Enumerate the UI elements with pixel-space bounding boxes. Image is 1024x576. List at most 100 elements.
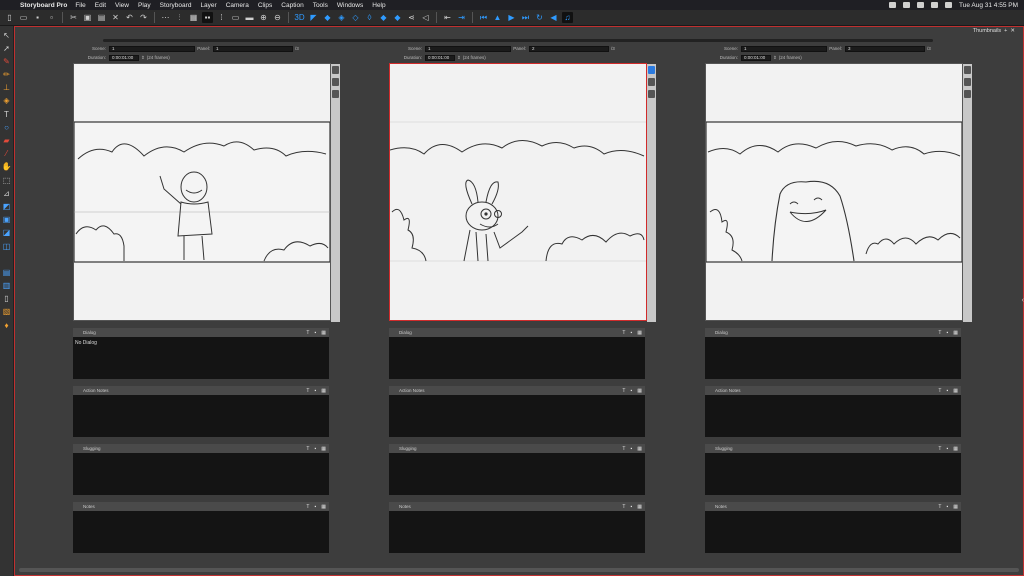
perspective-tool-icon[interactable]: ⊿ — [2, 188, 12, 198]
save-as-icon[interactable]: ▫ — [46, 12, 57, 23]
folder-icon[interactable]: ▪ — [630, 330, 632, 336]
expand-icon[interactable]: ▦ — [637, 388, 642, 394]
sound-scrub-icon[interactable]: ♫ — [562, 12, 573, 23]
user-icon[interactable] — [888, 2, 896, 8]
panel-canvas[interactable] — [73, 63, 340, 322]
rotate-tool-icon[interactable]: ◫ — [2, 241, 12, 251]
expand-icon[interactable]: ▦ — [637, 504, 642, 510]
text-format-icon[interactable]: T — [622, 504, 625, 510]
camera-tool-icon[interactable]: ▣ — [2, 215, 12, 225]
expand-icon[interactable]: ▦ — [321, 504, 326, 510]
panel-canvas[interactable] — [705, 63, 972, 322]
folder-icon[interactable]: ▪ — [630, 504, 632, 510]
copy-icon[interactable]: ▣ — [82, 12, 93, 23]
slugging-textarea[interactable] — [389, 453, 645, 495]
horizontal-view-icon[interactable]: ▭ — [230, 12, 241, 23]
app-menu[interactable]: Storyboard Pro — [20, 2, 67, 9]
menu-caption[interactable]: Caption — [281, 2, 303, 9]
text-format-icon[interactable]: T — [938, 504, 941, 510]
search-icon[interactable] — [930, 2, 938, 8]
paste-motion-icon[interactable]: ◆ — [392, 12, 403, 23]
previous-icon[interactable]: ◁ — [420, 12, 431, 23]
folder-icon[interactable]: ▪ — [946, 388, 948, 394]
scroll-knob[interactable] — [964, 66, 971, 74]
expand-icon[interactable]: ▦ — [321, 446, 326, 452]
new-icon[interactable]: ▯ — [4, 12, 15, 23]
panel-field[interactable]: 1 — [213, 45, 293, 52]
menu-storyboard[interactable]: Storyboard — [160, 2, 192, 9]
dropper-tool-icon[interactable]: ⁄ — [2, 149, 12, 159]
menu-view[interactable]: View — [115, 2, 129, 9]
dialog-textarea[interactable]: No Dialog — [73, 337, 329, 379]
transform-tool-icon[interactable]: ⬚ — [2, 175, 12, 185]
grid-view-icon[interactable]: ▦ — [188, 12, 199, 23]
slugging-textarea[interactable] — [73, 453, 329, 495]
text-format-icon[interactable]: T — [622, 388, 625, 394]
add-panel-icon[interactable]: ▤ — [2, 267, 12, 277]
horizontal-scrollbar-top[interactable] — [103, 39, 933, 42]
light-bulb-icon[interactable]: ♦ — [2, 320, 12, 330]
expand-icon[interactable]: ▦ — [321, 388, 326, 394]
text-format-icon[interactable]: T — [306, 330, 309, 336]
delete-icon[interactable]: ✕ — [110, 12, 121, 23]
stamp-tool-icon[interactable]: ⊥ — [2, 83, 12, 93]
expand-icon[interactable]: ▦ — [953, 388, 958, 394]
text-format-icon[interactable]: T — [938, 446, 941, 452]
full-view-icon[interactable]: ▬ — [244, 12, 255, 23]
menu-help[interactable]: Help — [372, 2, 385, 9]
scene-field[interactable]: 1 — [425, 45, 511, 52]
panel-vertical-scrollbar[interactable] — [963, 64, 972, 322]
share-icon[interactable]: ⋖ — [406, 12, 417, 23]
duration-stepper-icon[interactable]: ⇕ — [139, 55, 147, 61]
duration-field[interactable]: 0:00:01:00 — [741, 54, 771, 61]
keyframe-icon[interactable]: ◆ — [322, 12, 333, 23]
panel-vertical-scrollbar[interactable] — [647, 64, 656, 322]
thumbnails-tab[interactable]: Thumbnails + ✕ — [973, 28, 1015, 34]
save-icon[interactable]: ▪ — [32, 12, 43, 23]
step-forward-icon[interactable]: ⇥ — [456, 12, 467, 23]
panel-view-icon[interactable]: ▪▪ — [202, 12, 213, 23]
ellipse-tool-icon[interactable]: ○ — [2, 122, 12, 132]
panel-field[interactable]: 2 — [529, 45, 609, 52]
zoom-out-icon[interactable]: ⊖ — [272, 12, 283, 23]
folder-icon[interactable]: ▪ — [946, 504, 948, 510]
menu-file[interactable]: File — [75, 2, 85, 9]
menu-windows[interactable]: Windows — [337, 2, 363, 9]
duration-field[interactable]: 0:00:01:00 — [109, 54, 139, 61]
text-format-icon[interactable]: T — [622, 330, 625, 336]
menu-clips[interactable]: Clips — [258, 2, 272, 9]
expand-icon[interactable]: ▦ — [953, 504, 958, 510]
clock[interactable]: Tue Aug 31 4:55 PM — [959, 2, 1018, 9]
menu-layer[interactable]: Layer — [200, 2, 216, 9]
redo-icon[interactable]: ↷ — [138, 12, 149, 23]
eraser-tool-icon[interactable]: ◈ — [2, 96, 12, 106]
audio-icon[interactable]: ▲ — [492, 12, 503, 23]
scroll-knob[interactable] — [332, 78, 339, 86]
horizontal-scrollbar-bottom[interactable] — [19, 568, 1019, 572]
scroll-knob[interactable] — [648, 90, 655, 98]
brush-tool-icon[interactable]: ✎ — [2, 56, 12, 66]
loop-icon[interactable]: ↻ — [534, 12, 545, 23]
3d-icon[interactable]: 3D — [294, 12, 305, 23]
folder-icon[interactable]: ▪ — [630, 388, 632, 394]
storyboard-panel-2[interactable]: Scene: 1 Panel: 2 /3 Duration: 0:00:01:0… — [389, 45, 656, 553]
folder-icon[interactable]: ▪ — [314, 330, 316, 336]
cutter-tool-icon[interactable]: ➚ — [2, 43, 12, 53]
dialog-textarea[interactable] — [389, 337, 645, 379]
folder-icon[interactable]: ▪ — [314, 504, 316, 510]
control-center-icon[interactable] — [944, 2, 952, 8]
hand-tool-icon[interactable]: ✋ — [2, 162, 12, 172]
mail-icon[interactable] — [902, 2, 910, 8]
sound-icon[interactable]: ◀ — [548, 12, 559, 23]
dialog-textarea[interactable] — [705, 337, 961, 379]
folder-icon[interactable]: ▪ — [630, 446, 632, 452]
text-format-icon[interactable]: T — [306, 446, 309, 452]
text-format-icon[interactable]: T — [306, 504, 309, 510]
storyboard-panel-3[interactable]: Scene: 1 Panel: 3 /3 Duration: 0:00:01:0… — [705, 45, 972, 553]
remove-keyframe-icon[interactable]: ◊ — [364, 12, 375, 23]
clipboard-icon[interactable]: ▧ — [2, 307, 12, 317]
paste-icon[interactable]: ▤ — [96, 12, 107, 23]
paint-tool-icon[interactable]: ▰ — [2, 136, 12, 146]
menu-tools[interactable]: Tools — [313, 2, 328, 9]
menu-edit[interactable]: Edit — [95, 2, 106, 9]
